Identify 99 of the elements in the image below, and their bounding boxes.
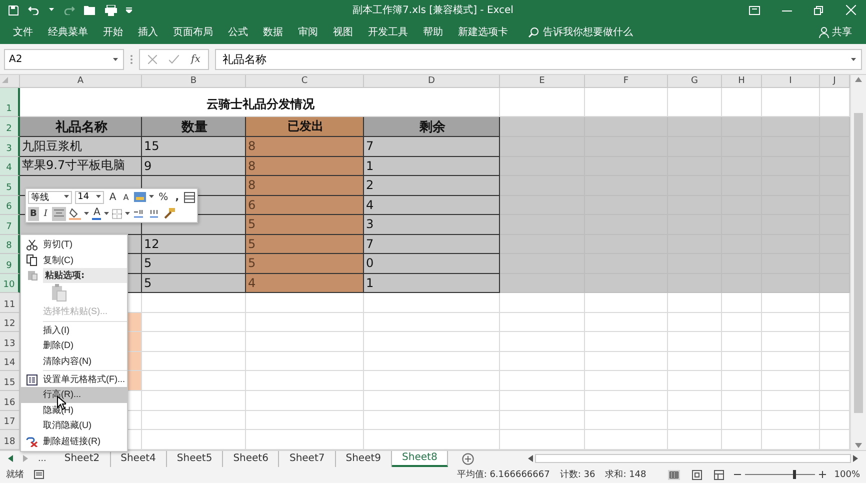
table-cell: 7 [364,137,500,156]
row-header[interactable]: 14 [0,352,20,372]
sheet-tab[interactable]: Sheet8 [392,450,448,467]
comma-button[interactable]: , [173,190,181,204]
row-header[interactable]: 15 [0,371,20,391]
ribbon-tab[interactable]: 新建选项卡 [451,22,515,42]
menu-item[interactable]: 取消隐藏(U) [21,418,127,434]
font-size-field[interactable]: 14 [74,190,104,204]
column-header[interactable]: A [20,75,142,88]
menu-item[interactable]: 插入(I) [21,322,127,338]
table-cell: 5 [142,274,246,293]
name-box[interactable]: A2 [4,48,124,70]
menu-item[interactable]: 删除超链接(R) [21,434,127,449]
row-header[interactable]: 18 [0,430,20,450]
table-cell: 8 [246,137,364,156]
formula-field[interactable]: 礼品名称 [215,48,862,70]
zoom-level[interactable]: 100% [834,470,860,480]
tell-me-search[interactable]: 告诉我你想要做什么 [543,25,633,39]
table-cell: 6 [246,196,364,215]
column-header[interactable]: E [500,75,585,88]
table-cell: 4 [364,196,500,215]
row-header[interactable]: 10 [0,274,20,293]
ribbon-tab[interactable]: 开始 [96,22,130,42]
ribbon-tab[interactable]: 经典菜单 [41,22,95,42]
row-header[interactable]: 5 [0,176,20,196]
row-header[interactable]: 4 [0,156,20,176]
more-sheets-button[interactable]: ... [38,453,46,464]
table-cell: 剩余 [364,117,500,137]
table-cell: 5 [246,254,364,274]
percent-button[interactable]: % [156,190,170,204]
row-header[interactable]: 3 [0,137,20,156]
table-cell: 1 [364,156,500,176]
table-cell: 7 [364,234,500,254]
sum-text: 求和: 148 [605,468,646,482]
menu-item[interactable]: 删除(D) [21,338,127,354]
window-title: 副本工作簿7.xls [兼容模式] - Excel [352,4,514,17]
column-header[interactable]: H [722,75,762,88]
table-cell: 苹果9.7寸平板电脑 [20,156,142,176]
row-header[interactable]: 12 [0,312,20,332]
row-header[interactable]: 13 [0,332,20,352]
count-text: 计数: 36 [560,468,596,482]
insert-function-button[interactable]: fx [191,54,200,64]
row-header[interactable]: 2 [0,117,20,137]
column-header[interactable]: J [820,75,850,88]
table-cell: 数量 [142,117,246,137]
table-cell: 15 [142,137,246,156]
status-text: 就绪 [6,468,24,482]
shrink-font-button[interactable]: A [121,190,131,204]
table-cell: 12 [142,234,246,254]
menu-item[interactable]: 设置单元格格式(F)... [21,372,127,388]
row-header[interactable]: 17 [0,410,20,430]
table-cell: 3 [364,215,500,234]
table-cell: 2 [364,176,500,196]
font-field[interactable]: 等线 [28,190,72,204]
menu-item[interactable]: 复制(C) [21,252,127,268]
table-cell: 4 [246,274,364,293]
menu-item[interactable]: 清除内容(N) [21,353,127,369]
average-text: 平均值: 6.166666667 [456,468,550,482]
ribbon-tab[interactable]: 公式 [221,22,255,42]
italic-button[interactable]: I [42,206,50,221]
row-header[interactable]: 8 [0,234,20,254]
table-cell: 5 [246,215,364,234]
row-header[interactable]: 1 [0,88,20,117]
table-cell: 礼品名称 [20,117,142,137]
row-header[interactable]: 6 [0,196,20,215]
column-header[interactable]: F [585,75,668,88]
row-header[interactable]: 11 [0,293,20,313]
menu-item[interactable]: 剪切(T) [21,237,127,252]
ribbon-tab[interactable]: 页面布局 [166,22,220,42]
ribbon-tab[interactable]: 视图 [326,22,360,42]
table-cell: 已发出 [246,117,364,137]
table-cell: 8 [246,156,364,176]
bold-button[interactable]: B [28,206,39,221]
column-header[interactable]: C [246,75,364,88]
row-header[interactable]: 9 [0,254,20,274]
ribbon-tab[interactable]: 插入 [131,22,165,42]
ribbon-tab[interactable]: 帮助 [416,22,450,42]
ribbon-tab[interactable]: 开发工具 [361,22,415,42]
table-cell: 0 [364,254,500,274]
font-color-button[interactable]: A [92,208,102,220]
table-cell: 8 [246,176,364,196]
table-cell: 5 [142,254,246,274]
menu-heading: 粘贴选项: [43,268,127,283]
row-header[interactable]: 16 [0,390,20,411]
ribbon-tab[interactable]: 数据 [256,22,290,42]
table-cell: 9 [142,156,246,176]
table-cell: 1 [364,274,500,293]
column-header[interactable]: G [668,75,722,88]
column-header[interactable]: I [762,75,820,88]
table-cell: 九阳豆浆机 [20,137,142,156]
ribbon-tab[interactable]: 文件 [6,22,40,42]
grow-font-button[interactable]: A [107,190,118,204]
row-header[interactable]: 7 [0,215,20,234]
column-header[interactable]: D [364,75,500,88]
menu-item[interactable]: 行高(R)... [21,387,127,403]
share-button[interactable]: 共享 [813,24,858,40]
table-cell: 5 [246,234,364,254]
column-header[interactable]: B [142,75,246,88]
ribbon-tab[interactable]: 审阅 [291,22,325,42]
